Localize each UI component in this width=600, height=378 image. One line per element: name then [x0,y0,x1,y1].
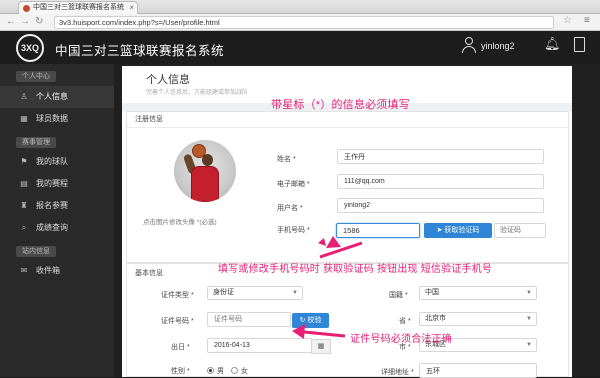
app-header: 3XQ 中国三对三篮球联赛报名系统 yinlong2 🔔︎ [0,31,600,64]
province-value: 北京市 [425,315,446,322]
logo[interactable]: 3XQ [16,34,44,62]
sidebar-item-my-schedule[interactable]: ▤ 我的赛程 [0,173,114,195]
grid-icon: ▦ [20,114,28,123]
sidebar-item-results[interactable]: ⌕ 成绩查询 [0,217,114,239]
name-field[interactable] [337,149,544,164]
registration-card: 注册信息 点击图片修改头像 *(必选) 姓名 * 电子邮箱 * 用户名 * 手机… [126,111,569,263]
sidebar-item-profile[interactable]: ♙ 个人信息 [0,86,114,108]
browser-tab[interactable]: 中国三对三篮球联赛报名系统 × [18,1,138,14]
country-value: 中国 [425,289,439,296]
email-field[interactable] [337,174,544,189]
birthdate-field[interactable] [207,338,312,353]
bookmark-star-icon[interactable]: ☆ [563,15,572,26]
back-icon[interactable]: ← [6,16,16,28]
sms-code-field[interactable] [494,223,546,238]
chevron-down-icon: ▼ [526,290,532,296]
province-label: 省 * [399,318,411,325]
required-annotation: 带星标（*）的信息必须填写 [271,99,410,111]
sidebar-item-label: 个人信息 [36,92,68,101]
id-type-select[interactable]: 身份证 ▼ [207,286,303,300]
sidebar-item-label: 报名参赛 [36,201,68,210]
address-bar[interactable]: 3v3.huisport.com/index.php?s=/User/profi… [54,16,554,29]
phone-field[interactable] [336,223,420,238]
calendar-icon[interactable]: ▦ [311,339,331,354]
country-select[interactable]: 中国 ▼ [419,286,537,300]
sidebar-item-label: 我的赛程 [36,179,68,188]
sidebar-item-label: 成绩查询 [36,223,68,232]
sidebar-item-register[interactable]: ♜ 报名参赛 [0,195,114,217]
get-sms-code-label: 获取验证码 [444,227,480,234]
avatar[interactable] [174,140,236,202]
user-icon[interactable] [462,37,476,53]
phone-annotation: 填写或修改手机号码时 获取验证码 按钮出现 短信验证手机号 [218,264,493,275]
avatar-caption[interactable]: 点击图片修改头像 *(必选) [143,216,217,226]
reload-icon[interactable]: ↻ [35,16,43,28]
name-label: 姓名 * [277,156,296,163]
basic-info-card: 基本信息 证件类型 * 身份证 ▼ 证件号码 * 出日 * 性别 * 男 女 国… [126,263,569,378]
gender-male-radio[interactable] [207,367,214,374]
country-label: 国籍 * [389,292,408,299]
birth-label: 出日 * [171,344,190,351]
forward-icon[interactable]: → [20,16,30,28]
id-number-field[interactable] [207,312,291,327]
page-subtitle: 完善个人信息后，方能组建或参加战队 [146,90,249,96]
sidebar-group-label: 赛事管理 [16,137,56,148]
sidebar-item-label: 收件箱 [36,266,60,275]
chevron-down-icon: ▼ [526,342,532,348]
sidebar-group-label: 个人中心 [16,71,56,82]
card-header: 注册信息 [127,112,568,128]
province-select[interactable]: 北京市 ▼ [419,312,537,326]
phone-label: 手机号码 * [277,227,310,234]
gender-male-label: 男 [217,368,224,375]
search-icon: ⌕ [21,223,27,232]
email-label: 电子邮箱 * [277,181,310,188]
id-number-label: 证件号码 * [161,318,194,325]
browser-tab-bar: 中国三对三篮球联赛报名系统 × [0,0,600,14]
id-annotation: 证件号码必须合法正确 [350,334,452,345]
sidebar-item-label: 我的球队 [36,157,68,166]
gender-female-radio[interactable] [231,367,238,374]
sidebar-item-label: 球员数据 [36,114,68,123]
site-title: 中国三对三篮球联赛报名系统 [55,44,225,58]
sidebar-item-inbox[interactable]: ✉ 收件箱 [0,260,114,282]
id-type-value: 身份证 [213,289,234,296]
person-icon: ♙ [20,92,28,101]
mail-icon: ✉ [20,266,28,275]
page-title: 个人信息 [146,74,190,86]
username-field[interactable] [337,198,544,213]
browser-menu-icon[interactable]: ≡ [584,15,590,26]
favicon-icon [23,5,30,12]
address-field[interactable] [419,363,537,378]
gender-female-label: 女 [241,368,248,375]
get-sms-code-button[interactable]: ➤ 获取验证码 [424,223,492,238]
sidebar-item-player-data[interactable]: ▦ 球员数据 [0,108,114,130]
book-icon[interactable] [574,37,585,52]
id-type-label: 证件类型 * [161,292,194,299]
sidebar-item-my-team[interactable]: ⚑ 我的球队 [0,151,114,173]
schedule-icon: ▤ [20,179,28,188]
refresh-icon: ↻ [299,317,306,324]
team-icon: ⚑ [20,157,28,166]
bell-icon[interactable]: 🔔︎ [544,36,561,52]
browser-toolbar: ← → ↻ 3v3.huisport.com/index.php?s=/User… [0,14,600,31]
address-label: 详细地址 * [381,369,414,376]
trophy-icon: ♜ [20,201,28,210]
close-icon[interactable]: × [129,2,134,14]
gender-label: 性别 * [171,368,190,375]
chevron-down-icon: ▼ [292,290,298,296]
sidebar: 个人中心 ♙ 个人信息 ▦ 球员数据 赛事管理 ⚑ 我的球队 ▤ 我的赛程 ♜ … [0,64,114,377]
username-label: 用户名 * [277,205,303,212]
sidebar-group-label: 站内信息 [16,246,56,257]
chevron-down-icon: ▼ [526,316,532,322]
verify-id-label: 校验 [307,317,322,324]
username[interactable]: yinlong2 [481,41,515,51]
send-icon: ➤ [436,227,443,234]
browser-tab-title: 中国三对三篮球联赛报名系统 [33,4,124,11]
profile-panel: 个人信息 完善个人信息后，方能组建或参加战队 注册信息 点击图片修改头像 *(必… [122,66,572,378]
verify-id-button[interactable]: ↻ 校验 [292,313,329,328]
